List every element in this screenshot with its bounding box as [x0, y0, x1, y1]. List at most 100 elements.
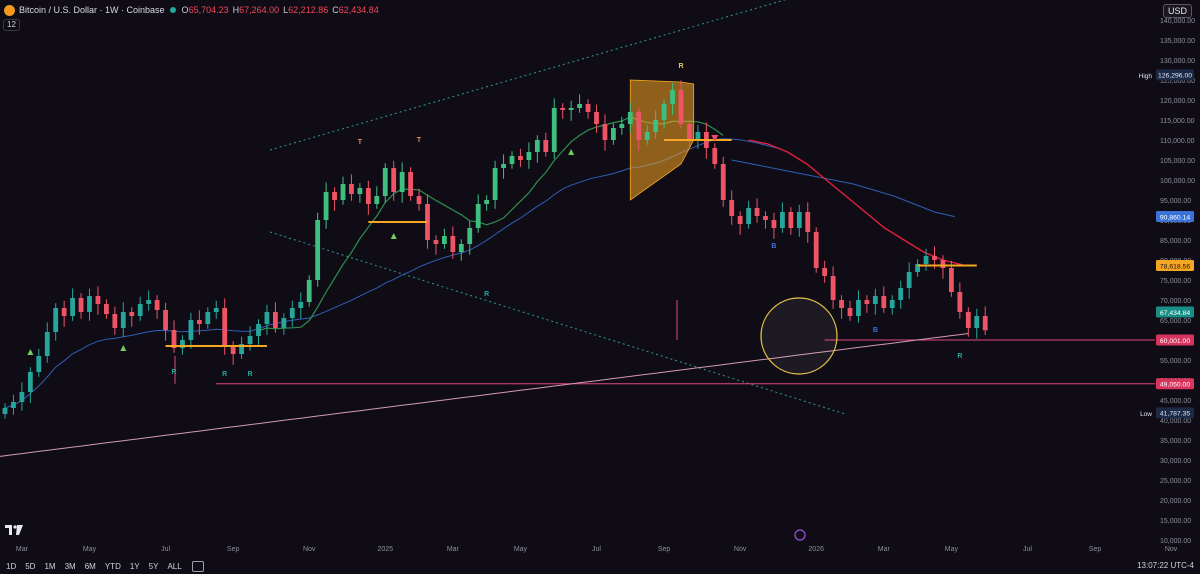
candle-body [19, 392, 25, 402]
candle-body [11, 402, 16, 408]
candle-body [906, 272, 912, 288]
candle-body [872, 296, 878, 304]
calendar-icon[interactable] [191, 561, 204, 572]
y-tick-label: 40,000.00 [1160, 418, 1191, 425]
y-tick-label: 95,000.00 [1160, 198, 1191, 205]
range-button-3m[interactable]: 3M [65, 562, 76, 571]
x-tick-label: Sep [227, 546, 240, 553]
candle-body [340, 184, 346, 200]
candle-body [2, 408, 8, 414]
candle-body [822, 268, 828, 276]
y-tick-label: 135,000.00 [1160, 38, 1195, 45]
highlight-circle [760, 297, 838, 375]
signal-marker-label: R [248, 371, 253, 378]
candle-body [264, 312, 270, 324]
y-tick-label: 30,000.00 [1160, 458, 1191, 465]
range-button-1d[interactable]: 1D [6, 562, 16, 571]
y-tick-label: 75,000.00 [1160, 278, 1191, 285]
candle-body [864, 300, 870, 304]
range-button-all[interactable]: ALL [167, 562, 181, 571]
candle-body [923, 256, 929, 264]
candle-body [695, 132, 701, 140]
candle-body [374, 196, 380, 204]
range-buttons: 1D 5D 1M 3M 6M YTD 1Y 5Y ALL [6, 562, 182, 571]
range-button-1y[interactable]: 1Y [130, 562, 140, 571]
x-tick-label: 2025 [377, 546, 393, 553]
candle-body [602, 124, 608, 140]
candle-body [492, 168, 498, 200]
candle-body [898, 288, 904, 300]
price-label-tag: High [1139, 73, 1153, 80]
candle-body [771, 220, 777, 228]
price-label-value: 78,618.56 [1160, 263, 1190, 270]
candle-body [560, 108, 566, 110]
candle-body [805, 212, 811, 232]
candle-body [36, 356, 42, 372]
range-button-6m[interactable]: 6M [85, 562, 96, 571]
candle-body [163, 310, 168, 330]
bottom-toolbar: 1D 5D 1M 3M 6M YTD 1Y 5Y ALL 13:07:22 UT… [0, 559, 1200, 574]
candle-body [467, 228, 473, 244]
candle-body [137, 304, 143, 316]
x-tick-label: May [83, 546, 97, 553]
y-tick-label: 45,000.00 [1160, 398, 1191, 405]
candle-body [188, 320, 194, 340]
y-tick-label: 35,000.00 [1160, 438, 1191, 445]
x-tick-label: Mar [878, 546, 891, 553]
candle-body [982, 316, 988, 331]
y-tick-label: 20,000.00 [1160, 498, 1191, 505]
candle-body [737, 216, 743, 224]
candle-body [332, 192, 337, 200]
range-button-ytd[interactable]: YTD [105, 562, 121, 571]
price-label-value: 67,434.84 [1160, 310, 1190, 317]
channel-upper-line [269, 0, 787, 151]
candle-body [112, 314, 118, 328]
tradingview-logo-icon [5, 525, 23, 535]
signal-marker-label: R [171, 369, 176, 376]
candle-body [796, 212, 802, 228]
candle-body [323, 192, 329, 220]
candle-body [87, 296, 92, 312]
signal-marker-label: R [678, 63, 683, 70]
range-button-5y[interactable]: 5Y [149, 562, 159, 571]
candle-body [104, 304, 109, 314]
candle-body [213, 308, 219, 312]
candle-body [95, 296, 101, 304]
candle-body [484, 200, 490, 204]
signal-marker-label: B [771, 243, 776, 250]
candle-body [458, 244, 464, 252]
channel-lower-line [269, 231, 846, 415]
candle-body [965, 312, 971, 328]
candle-body [399, 172, 405, 192]
y-tick-label: 70,000.00 [1160, 298, 1191, 305]
candle-body [61, 308, 67, 316]
candle-body [27, 372, 33, 392]
y-tick-label: 130,000.00 [1160, 58, 1195, 65]
candle-body [729, 200, 735, 216]
x-tick-label: May [945, 546, 959, 553]
x-tick-label: Jul [1023, 546, 1032, 553]
y-tick-label: 85,000.00 [1160, 238, 1191, 245]
range-button-1m[interactable]: 1M [44, 562, 55, 571]
candle-body [501, 164, 506, 168]
candle-body [568, 108, 574, 110]
y-tick-label: 140,000.00 [1160, 18, 1195, 25]
candle-body [712, 148, 718, 164]
range-button-5d[interactable]: 5D [25, 562, 35, 571]
x-tick-label: Nov [734, 546, 747, 553]
x-tick-label: Sep [658, 546, 671, 553]
candle-body [957, 292, 963, 312]
y-tick-label: 10,000.00 [1160, 538, 1191, 545]
x-tick-label: Jul [161, 546, 170, 553]
x-tick-label: Mar [447, 546, 460, 553]
price-chart[interactable]: 10,000.00 15,000.00 20,000.00 25,000.00 30,0… [0, 0, 1200, 574]
y-tick-label: 105,000.00 [1160, 158, 1195, 165]
clock-readout: 13:07:22 UTC-4 [1137, 561, 1194, 570]
y-tick-label: 120,000.00 [1160, 98, 1195, 105]
candle-body [830, 276, 836, 300]
candle-body [780, 212, 785, 228]
candle-body [847, 308, 853, 316]
buy-signal-triangle [568, 149, 575, 155]
signal-marker-label: B [873, 327, 878, 334]
x-tick-label: Mar [16, 546, 29, 553]
